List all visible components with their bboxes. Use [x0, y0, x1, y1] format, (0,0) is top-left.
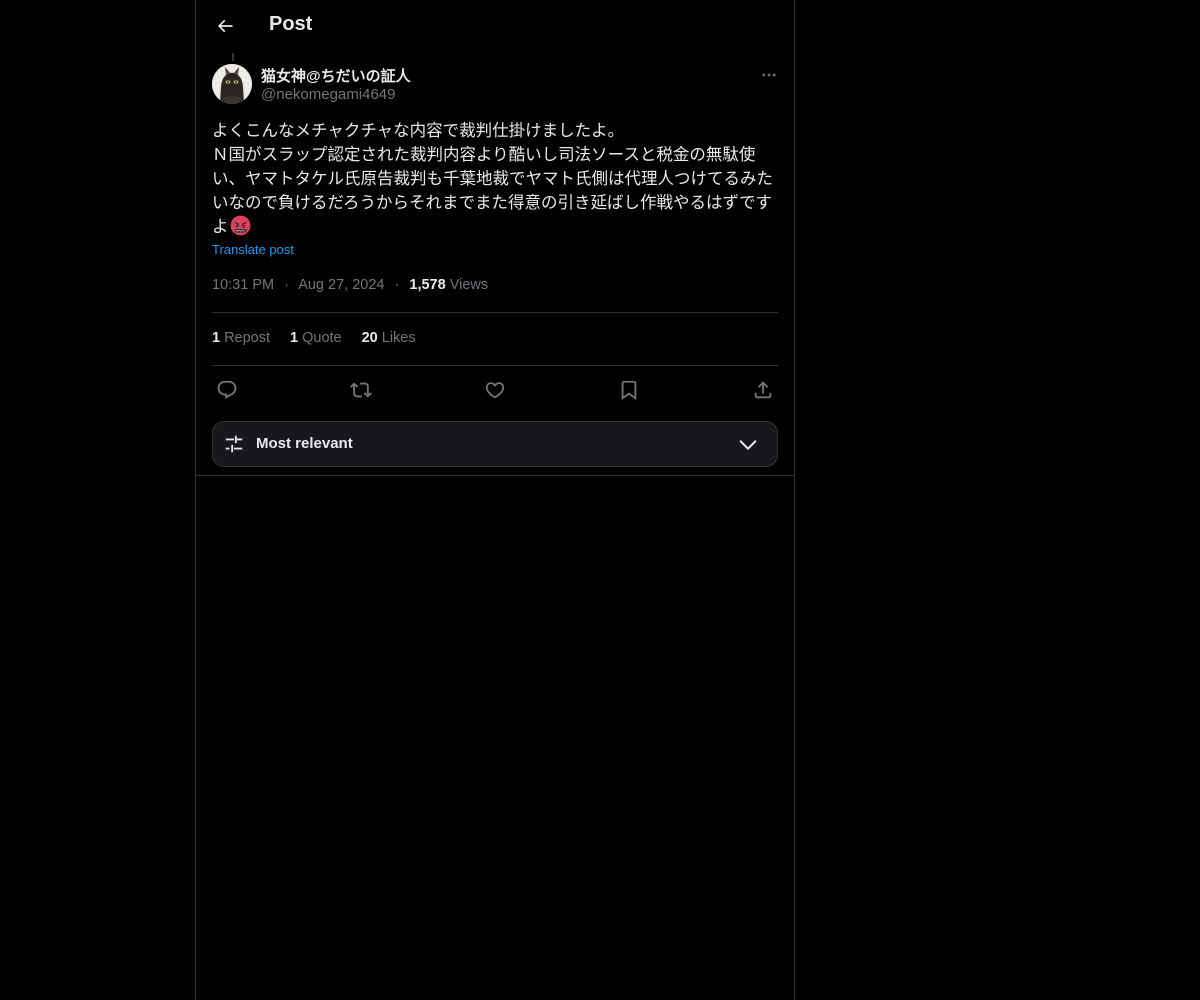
- back-button[interactable]: [208, 9, 242, 43]
- repost-button[interactable]: [347, 376, 375, 404]
- likes-stat[interactable]: 20 Likes: [362, 330, 416, 346]
- more-options-button[interactable]: [756, 64, 782, 86]
- post-body: よくこんなメチャクチャな内容で裁判仕掛けましたよ。 Ｎ国がスラップ認定された裁判…: [212, 119, 778, 239]
- heart-icon: [485, 382, 505, 399]
- page-header: Post: [196, 0, 794, 53]
- meta-separator: ·: [284, 277, 289, 293]
- reply-icon: [217, 380, 237, 399]
- reposts-count: 1: [212, 330, 221, 346]
- cat-avatar-icon: [212, 64, 252, 104]
- bookmark-button[interactable]: [615, 376, 643, 404]
- views-label: Views: [449, 277, 489, 293]
- share-button[interactable]: [749, 376, 777, 404]
- quotes-count: 1: [290, 330, 299, 346]
- likes-label: Likes: [381, 330, 416, 346]
- likes-count: 20: [361, 330, 378, 346]
- primary-column: Post 猫女神@ちだいの証人 @nekomegami4649 よくこんなメチャ…: [195, 0, 795, 1000]
- reply-sort-dropdown[interactable]: Most relevant: [212, 421, 778, 467]
- reposts-label: Repost: [224, 330, 271, 346]
- page-title: Post: [269, 13, 313, 35]
- more-horizontal-icon: [762, 73, 776, 77]
- author-handle[interactable]: @nekomegami4649: [261, 86, 395, 103]
- meta-separator: ·: [394, 277, 400, 293]
- quotes-stat[interactable]: 1 Quote: [290, 330, 342, 346]
- views-count: 1,578: [409, 277, 446, 293]
- arrow-left-icon: [217, 19, 233, 33]
- post-date[interactable]: Aug 27, 2024: [298, 277, 384, 293]
- reposts-stat[interactable]: 1 Repost: [212, 330, 270, 346]
- share-icon: [754, 381, 772, 399]
- thread-connector: [232, 53, 234, 61]
- avatar[interactable]: [212, 64, 252, 104]
- quotes-label: Quote: [302, 330, 342, 346]
- sliders-icon: [225, 435, 243, 453]
- divider: [212, 365, 778, 366]
- reply-button[interactable]: [213, 376, 241, 404]
- section-divider: [196, 475, 794, 476]
- author-name[interactable]: 猫女神@ちだいの証人: [261, 65, 411, 86]
- bookmark-icon: [621, 380, 637, 401]
- sort-label: Most relevant: [256, 435, 353, 452]
- angry-face-icon: [230, 215, 250, 236]
- divider: [212, 312, 778, 313]
- translate-post-link[interactable]: Translate post: [212, 242, 294, 257]
- chevron-down-icon: [739, 440, 757, 450]
- post-meta: 10:31 PM · Aug 27, 2024 · 1,578 Views: [212, 277, 488, 293]
- engagement-stats: 1 Repost 1 Quote 20 Likes: [212, 330, 416, 346]
- post-time[interactable]: 10:31 PM: [212, 277, 274, 293]
- post-text: よくこんなメチャクチャな内容で裁判仕掛けましたよ。 Ｎ国がスラップ認定された裁判…: [212, 121, 773, 236]
- repost-icon: [350, 382, 372, 398]
- like-button[interactable]: [481, 376, 509, 404]
